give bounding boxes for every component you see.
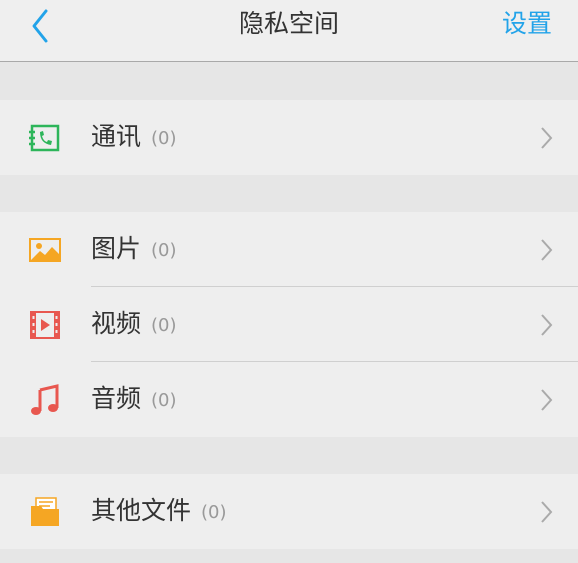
settings-button[interactable]: 设置 — [502, 7, 552, 41]
music-note-icon — [31, 384, 59, 415]
chevron-right-icon — [541, 314, 553, 336]
list-item-label: 音频 (0) — [91, 382, 177, 418]
video-icon — [30, 311, 60, 339]
list-item-title: 图片 — [91, 234, 142, 263]
chevron-right-icon — [541, 239, 553, 261]
header-bar: 隐私空间 设置 — [0, 0, 578, 62]
chevron-right-icon — [541, 501, 553, 523]
list-item-title: 通讯 — [91, 122, 142, 151]
list-item-count: (0) — [151, 390, 177, 411]
list-item-title: 其他文件 — [91, 496, 192, 525]
list-item-count: (0) — [151, 315, 177, 336]
list-item-label: 其他文件 (0) — [91, 494, 227, 530]
list-item-title: 音频 — [91, 384, 142, 413]
list-item-photos[interactable]: 图片 (0) — [0, 212, 578, 287]
phone-book-icon — [29, 124, 60, 152]
list-item-label: 视频 (0) — [91, 307, 177, 343]
list-item-count: (0) — [201, 502, 227, 523]
image-icon — [29, 238, 61, 262]
list-item-other-files[interactable]: 其他文件 (0) — [0, 474, 578, 549]
list-item-label: 图片 (0) — [91, 232, 177, 268]
list-item-title: 视频 — [91, 309, 142, 338]
chevron-right-icon — [541, 127, 553, 149]
chevron-right-icon — [541, 389, 553, 411]
list-item-count: (0) — [151, 240, 177, 261]
list-item-videos[interactable]: 视频 (0) — [0, 287, 578, 362]
list-item-contacts[interactable]: 通讯 (0) — [0, 100, 578, 175]
folder-icon — [31, 497, 59, 526]
list-item-audio[interactable]: 音频 (0) — [0, 362, 578, 437]
list-item-label: 通讯 (0) — [91, 120, 177, 156]
page-title: 隐私空间 — [238, 9, 339, 38]
list-item-count: (0) — [151, 128, 177, 149]
